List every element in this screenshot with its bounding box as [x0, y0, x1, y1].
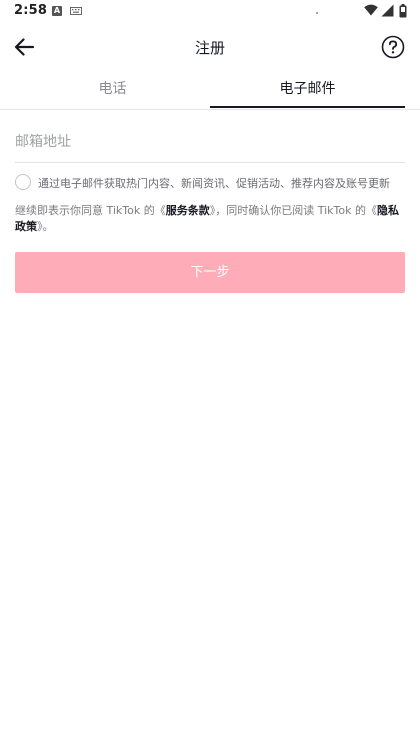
page-title: 注册 — [194, 39, 225, 57]
email-field[interactable] — [15, 122, 405, 163]
next-button[interactable]: 下一步 — [15, 252, 405, 293]
status-time: 2:58 — [14, 3, 48, 18]
marketing-consent-row[interactable]: 通过电子邮件获取热门内容、新闻资讯、促销活动、推荐内容及账号更新 — [15, 174, 410, 192]
active-tab-indicator — [210, 106, 405, 108]
tab-phone[interactable]: 电话 — [15, 70, 210, 108]
terms-of-service-link[interactable]: 服务条款 — [166, 204, 210, 217]
signal-icon — [381, 4, 394, 17]
terms-prefix: 继续即表示你同意 TikTok 的《 — [15, 204, 166, 217]
wifi-icon — [364, 4, 378, 16]
terms-middle: 》，同时确认你已阅读 TikTok 的《 — [209, 204, 377, 217]
app-header: 注册 — [0, 24, 420, 70]
terms-suffix: 》。 — [37, 220, 54, 233]
status-dot — [316, 12, 318, 14]
tab-bar: 电话 电子邮件 — [0, 70, 420, 110]
a-notification-icon: A — [52, 6, 62, 16]
status-bar: 2:58 A — [0, 0, 420, 24]
tab-email[interactable]: 电子邮件 — [210, 70, 405, 108]
keyboard-icon — [70, 7, 82, 15]
question-circle-icon[interactable] — [381, 35, 405, 59]
consent-label: 通过电子邮件获取热门内容、新闻资讯、促销活动、推荐内容及账号更新 — [38, 177, 390, 190]
battery-icon — [399, 4, 407, 18]
consent-checkbox[interactable] — [15, 174, 31, 190]
terms-notice: 继续即表示你同意 TikTok 的《服务条款》，同时确认你已阅读 TikTok … — [15, 203, 405, 235]
